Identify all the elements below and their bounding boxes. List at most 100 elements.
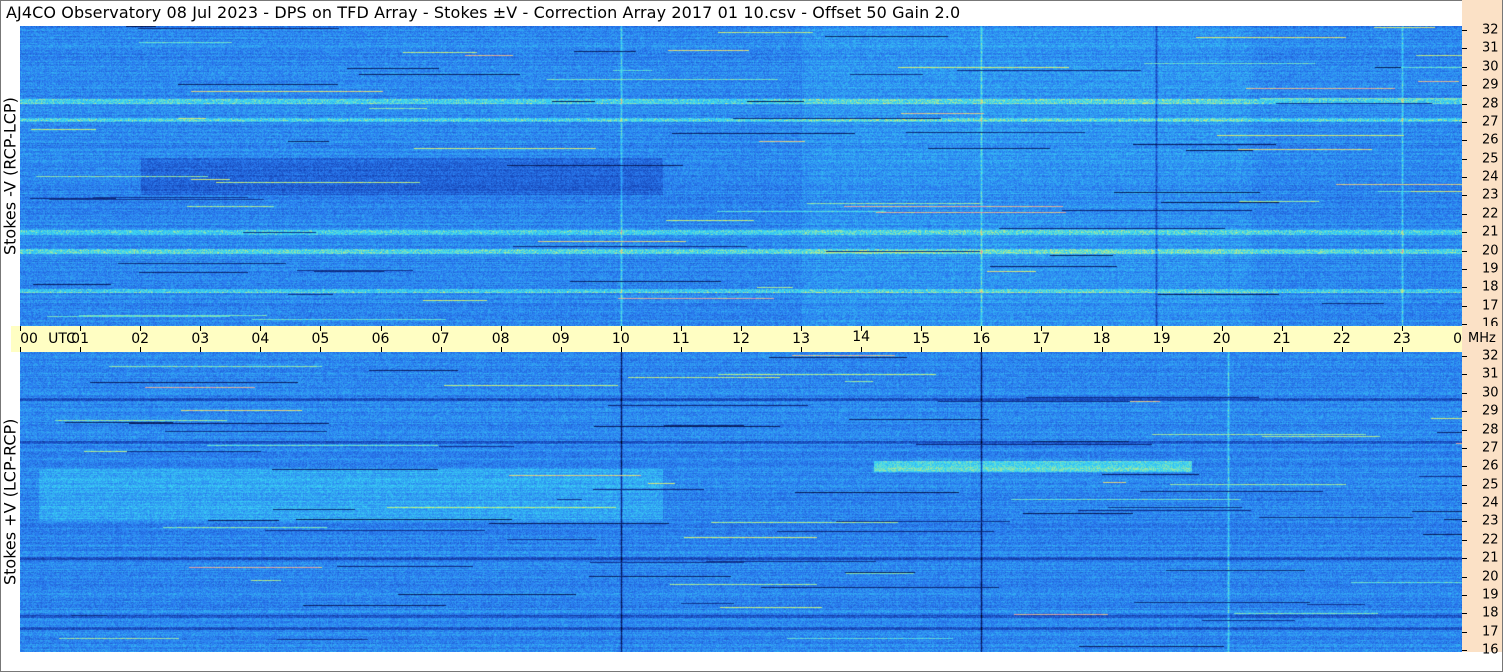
y-axis-label-top: Stokes -V (RCP-LCP) — [0, 97, 20, 255]
time-tick-label: 02 — [131, 331, 150, 347]
frequency-tick-mark — [1462, 177, 1467, 178]
frequency-tick-label: 27 — [1482, 114, 1499, 130]
frequency-tick-label: 24 — [1482, 495, 1499, 511]
frequency-tick-label: 32 — [1482, 22, 1499, 38]
frequency-tick-label: 25 — [1482, 151, 1499, 167]
frequency-tick-mark — [1462, 613, 1467, 615]
spectrogram-panel-bottom — [20, 352, 1462, 652]
time-tick-label: 10 — [611, 331, 630, 347]
frequency-tick-mark — [1462, 305, 1467, 307]
frequency-tick-mark — [1462, 466, 1467, 468]
frequency-tick-mark — [1462, 650, 1467, 651]
time-tick-label: 22 — [1332, 331, 1351, 347]
frequency-tick-label: 18 — [1482, 605, 1499, 621]
frequency-tick-label: 31 — [1482, 366, 1499, 382]
frequency-tick-label: 17 — [1482, 298, 1499, 314]
time-tick-label: 21 — [1272, 331, 1291, 347]
frequency-tick-label: 26 — [1482, 458, 1499, 474]
frequency-tick-mark — [1462, 631, 1467, 633]
time-tick-label: 20 — [1212, 331, 1231, 347]
frequency-tick-label: 27 — [1482, 440, 1499, 456]
frequency-tick-mark — [1462, 121, 1467, 123]
frequency-tick-label: 26 — [1482, 132, 1499, 148]
frequency-tick-mark — [1462, 484, 1467, 486]
time-tick-label: 18 — [1092, 331, 1111, 347]
time-tick-label: 15 — [912, 331, 931, 347]
frequency-tick-mark — [1462, 392, 1467, 394]
frequency-tick-mark — [1462, 324, 1467, 325]
time-tick-label: 23 — [1392, 331, 1411, 347]
frequency-tick-label: 23 — [1482, 513, 1499, 529]
frequency-tick-mark — [1462, 48, 1467, 50]
frequency-tick-label: 20 — [1482, 243, 1499, 258]
time-tick-label: 08 — [491, 331, 510, 347]
time-tick-label: 00 — [20, 331, 38, 347]
frequency-tick-mark — [1462, 594, 1467, 596]
frequency-tick-label: 17 — [1482, 624, 1499, 640]
frequency-tick-label: 30 — [1482, 59, 1499, 75]
frequency-tick-mark — [1462, 503, 1467, 504]
y-axis-label-bottom: Stokes +V (LCP-RCP) — [0, 418, 20, 586]
frequency-tick-label: 25 — [1482, 477, 1499, 493]
time-tick-label: 17 — [1032, 331, 1051, 347]
time-tick-label: 14 — [852, 329, 871, 345]
time-tick-label: 05 — [311, 331, 330, 347]
time-tick-label: 16 — [972, 331, 991, 347]
frequency-tick-label: 31 — [1482, 40, 1499, 56]
frequency-tick-mark — [1462, 213, 1467, 215]
utc-label: UTC — [48, 331, 76, 347]
frequency-tick-label: 21 — [1482, 550, 1499, 566]
spectrogram-panel-top — [20, 26, 1462, 326]
frequency-tick-mark — [1462, 66, 1467, 68]
frequency-tick-label: 18 — [1482, 279, 1499, 295]
frequency-tick-mark — [1462, 539, 1467, 541]
frequency-tick-mark — [1462, 576, 1467, 578]
spectrogram-canvas-bottom — [20, 352, 1462, 652]
frequency-tick-label: 22 — [1482, 206, 1499, 222]
frequency-axis-top: 16 17 18 19 20 21 22 23 24 25 26 27 28 29 30 31 32 — [1462, 22, 1502, 332]
frequency-tick-mark — [1462, 429, 1467, 431]
time-tick-label: 13 — [792, 331, 810, 347]
time-tick-label: 09 — [551, 331, 570, 347]
frequency-tick-label: 21 — [1482, 224, 1499, 240]
frequency-tick-label: 24 — [1482, 169, 1499, 185]
frequency-tick-mark — [1462, 268, 1467, 270]
frequency-tick-label: 29 — [1482, 403, 1499, 419]
frequency-tick-mark — [1462, 447, 1467, 449]
frequency-tick-label: 29 — [1482, 77, 1499, 93]
time-axis: 00 01 02 03 04 05 06 07 08 09 10 11 12 13 14 15 16 17 18 19… — [11, 326, 1471, 352]
time-tick-label: 07 — [431, 331, 450, 347]
frequency-tick-label: 16 — [1482, 642, 1499, 658]
frequency-tick-mark — [1462, 356, 1467, 357]
frequency-tick-mark — [1462, 103, 1467, 105]
frequency-tick-label: 30 — [1482, 385, 1499, 401]
time-tick-label: 04 — [251, 331, 270, 347]
frequency-tick-mark — [1462, 521, 1467, 523]
frequency-tick-mark — [1462, 287, 1467, 289]
frequency-tick-label: 22 — [1482, 532, 1499, 548]
mhz-unit-label: MHz — [1468, 331, 1496, 346]
spectrogram-canvas-top — [20, 26, 1462, 326]
frequency-tick-label: 23 — [1482, 187, 1499, 203]
time-tick-label: 12 — [732, 331, 750, 347]
frequency-tick-mark — [1462, 140, 1467, 142]
time-tick-label: 19 — [1152, 331, 1171, 347]
chart-title: AJ4CO Observatory 08 Jul 2023 - DPS on T… — [6, 3, 961, 22]
time-tick-label: 11 — [671, 331, 690, 347]
frequency-tick-mark — [1462, 250, 1467, 252]
time-tick-label: 06 — [371, 331, 390, 347]
frequency-tick-mark — [1462, 232, 1467, 234]
frequency-tick-label: 20 — [1482, 569, 1499, 584]
frequency-tick-mark — [1462, 85, 1467, 87]
frequency-tick-mark — [1462, 195, 1467, 197]
frequency-tick-label: 19 — [1482, 261, 1499, 277]
frequency-tick-label: 28 — [1482, 96, 1499, 111]
frequency-tick-mark — [1462, 158, 1467, 160]
frequency-tick-label: 19 — [1482, 587, 1499, 603]
frequency-axis-bottom: 16 17 18 19 20 21 22 23 24 25 26 27 28 29 30 31 32 — [1462, 348, 1502, 658]
frequency-tick-label: 28 — [1482, 422, 1499, 437]
frequency-tick-mark — [1462, 30, 1467, 31]
frequency-tick-mark — [1462, 374, 1467, 376]
frequency-tick-label: 32 — [1482, 348, 1499, 364]
frequency-tick-mark — [1462, 558, 1467, 560]
